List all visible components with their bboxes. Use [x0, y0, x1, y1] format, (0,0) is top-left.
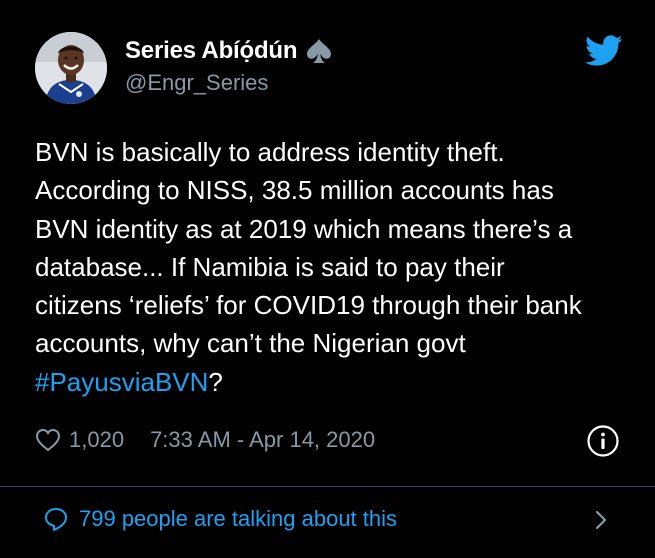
author-display-name[interactable]: Series Abíọ́dún [125, 37, 298, 65]
author-row: Series Abíọ́dún [125, 34, 333, 68]
like-count[interactable]: 1,020 [69, 427, 124, 453]
chevron-right-icon[interactable] [592, 508, 610, 532]
avatar[interactable] [35, 32, 107, 104]
spade-icon [305, 37, 333, 65]
tweet-meta: 1,020 7:33 AM - Apr 14, 2020 [35, 422, 375, 458]
divider [0, 486, 655, 487]
author-handle[interactable]: @Engr_Series [125, 70, 268, 96]
conversation-link[interactable]: 799 people are talking about this [43, 500, 397, 538]
tweet-text: BVN is basically to address identity the… [35, 133, 635, 401]
tweet-timestamp[interactable]: 7:33 AM - Apr 14, 2020 [150, 427, 375, 453]
talking-label: 799 people are talking about this [79, 506, 398, 531]
info-icon[interactable] [586, 424, 620, 458]
tweet-body: BVN is basically to address identity the… [35, 137, 582, 359]
tweet-body-end: ? [208, 366, 223, 397]
comment-icon [43, 506, 69, 532]
tweet-card: Series Abíọ́dún @Engr_Series BVN is basi… [0, 0, 655, 558]
twitter-bird-icon[interactable] [585, 35, 623, 67]
heart-icon[interactable] [35, 428, 61, 452]
hashtag-link[interactable]: #PayusviaBVN [35, 367, 208, 397]
avatar-image [35, 32, 107, 104]
